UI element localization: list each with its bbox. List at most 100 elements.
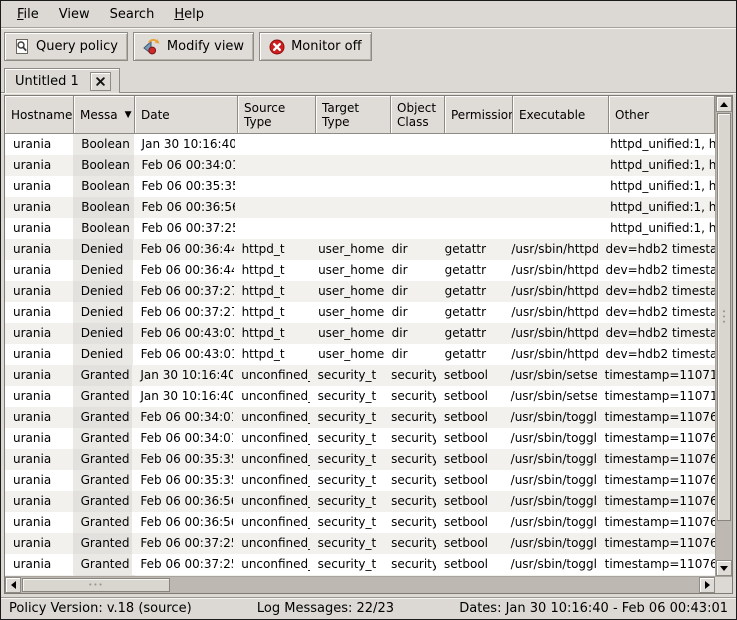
menu-view[interactable]: View [49,3,100,26]
cell-target_type: user_home_ [310,344,384,365]
monitor-off-button[interactable]: Monitor off [259,32,371,61]
column-header-date[interactable]: Date [135,96,238,134]
cell-other: timestamp=11071 [597,386,715,407]
table-row[interactable]: uraniaDeniedFeb 06 00:37:27httpd_tuser_h… [5,302,715,323]
scroll-up-button[interactable] [716,96,732,112]
cell-target_type: security_t [310,512,383,533]
table-row[interactable]: uraniaDeniedFeb 06 00:43:01httpd_tuser_h… [5,323,715,344]
log-messages-status: Log Messages: 22/23 [257,601,394,616]
modify-view-label: Modify view [167,39,244,54]
column-header-object_class[interactable]: Object Class [391,96,445,134]
cell-date: Jan 30 10:16:40 [132,386,233,407]
cell-other: timestamp=11076 [597,470,715,491]
cell-target_type: security_t [310,449,383,470]
cell-other: dev=hdb2 timesta [598,344,715,365]
cell-executable: /usr/sbin/httpd [503,323,597,344]
menu-view-label: View [59,7,90,22]
column-header-source_type[interactable]: Source Type [238,96,316,134]
cell-source_type [235,176,312,197]
cell-target_type [312,134,386,155]
vertical-scrollbar[interactable]: ••• [715,96,732,576]
table-row[interactable]: uraniaBooleanJan 30 10:16:40httpd_unifie… [5,134,715,155]
cell-permission: getattr [437,281,504,302]
vertical-scroll-thumb[interactable]: ••• [717,113,731,521]
cell-permission: setbool [436,407,503,428]
cell-executable: /usr/sbin/setseb [503,386,597,407]
cell-source_type [235,155,312,176]
cell-date: Feb 06 00:35:35 [132,449,233,470]
menu-help[interactable]: Help [164,3,214,26]
cell-date: Feb 06 00:37:25 [134,218,236,239]
cell-message: Granted [73,554,133,575]
table-row[interactable]: uraniaBooleanFeb 06 00:36:56httpd_unifie… [5,197,715,218]
cell-other: dev=hdb2 timesta [598,302,715,323]
cell-target_type [312,155,386,176]
column-header-executable[interactable]: Executable [513,96,609,134]
cell-source_type: unconfined_ [233,533,309,554]
cell-date: Feb 06 00:35:35 [134,176,236,197]
scroll-right-button[interactable] [699,577,715,593]
cell-object_class [387,218,440,239]
horizontal-scroll-thumb[interactable]: ••• [22,578,170,592]
table-row[interactable]: uraniaGrantedFeb 06 00:37:25unconfined_s… [5,533,715,554]
sort-indicator-icon: ▼ [125,110,132,120]
cell-hostname: urania [5,449,73,470]
table-row[interactable]: uraniaDeniedFeb 06 00:37:27httpd_tuser_h… [5,281,715,302]
cell-source_type: httpd_t [234,323,311,344]
horizontal-scrollbar[interactable]: ••• [5,576,715,593]
cell-executable: /usr/sbin/toggle [503,554,597,575]
cell-other: timestamp=11076 [597,491,715,512]
cell-object_class: security [383,386,436,407]
tab-bar: Untitled 1 [1,66,736,92]
table-row[interactable]: uraniaGrantedFeb 06 00:34:01unconfined_s… [5,407,715,428]
cell-executable: /usr/sbin/toggle [503,512,597,533]
table-row[interactable]: uraniaGrantedFeb 06 00:37:25unconfined_s… [5,554,715,575]
cell-message: Denied [73,260,133,281]
table-row[interactable]: uraniaGrantedJan 30 10:16:40unconfined_s… [5,386,715,407]
cell-date: Feb 06 00:34:01 [132,407,233,428]
column-header-label: Messa [80,108,118,122]
cell-source_type: httpd_t [234,239,311,260]
table-row[interactable]: uraniaBooleanFeb 06 00:34:01httpd_unifie… [5,155,715,176]
cell-date: Feb 06 00:36:56 [132,491,233,512]
tab-untitled-1[interactable]: Untitled 1 [4,68,120,93]
cell-executable [507,197,602,218]
query-policy-button[interactable]: Query policy [4,32,128,61]
scroll-left-button[interactable] [5,577,21,593]
table-row[interactable]: uraniaDeniedFeb 06 00:43:01httpd_tuser_h… [5,344,715,365]
table-row[interactable]: uraniaDeniedFeb 06 00:36:44httpd_tuser_h… [5,260,715,281]
column-header-permission[interactable]: Permission [445,96,513,134]
menu-search[interactable]: Search [100,3,165,26]
cell-object_class: security [383,554,436,575]
column-header-label: Executable [519,108,585,122]
table-row[interactable]: uraniaDeniedFeb 06 00:36:44httpd_tuser_h… [5,239,715,260]
table-row[interactable]: uraniaBooleanFeb 06 00:37:25httpd_unifie… [5,218,715,239]
cell-hostname: urania [5,281,73,302]
table-row[interactable]: uraniaGrantedFeb 06 00:34:01unconfined_s… [5,428,715,449]
cell-target_type: security_t [310,365,383,386]
cell-permission: getattr [437,260,504,281]
table-row[interactable]: uraniaGrantedJan 30 10:16:40unconfined_s… [5,365,715,386]
cell-target_type: security_t [310,491,383,512]
cell-target_type: security_t [310,428,383,449]
cell-executable: /usr/sbin/httpd [503,239,597,260]
cell-message: Denied [73,323,133,344]
column-header-target_type[interactable]: Target Type [316,96,391,134]
table-row[interactable]: uraniaBooleanFeb 06 00:35:35httpd_unifie… [5,176,715,197]
scroll-down-button[interactable] [716,560,732,576]
column-header-hostname[interactable]: Hostname [5,96,74,134]
modify-view-button[interactable]: Modify view [133,32,254,61]
column-header-other[interactable]: Other [609,96,715,134]
table-row[interactable]: uraniaGrantedFeb 06 00:36:56unconfined_s… [5,512,715,533]
column-header-label: Object Class [397,101,436,129]
cell-hostname: urania [5,260,73,281]
cell-object_class: security [383,449,436,470]
table-row[interactable]: uraniaGrantedFeb 06 00:35:35unconfined_s… [5,449,715,470]
cell-permission [440,134,507,155]
tab-close-button[interactable] [90,72,111,91]
menu-file[interactable]: File [7,3,49,26]
column-header-message[interactable]: Messa ▼ [74,96,135,134]
cell-permission: setbool [436,365,503,386]
table-row[interactable]: uraniaGrantedFeb 06 00:35:35unconfined_s… [5,470,715,491]
table-row[interactable]: uraniaGrantedFeb 06 00:36:56unconfined_s… [5,491,715,512]
